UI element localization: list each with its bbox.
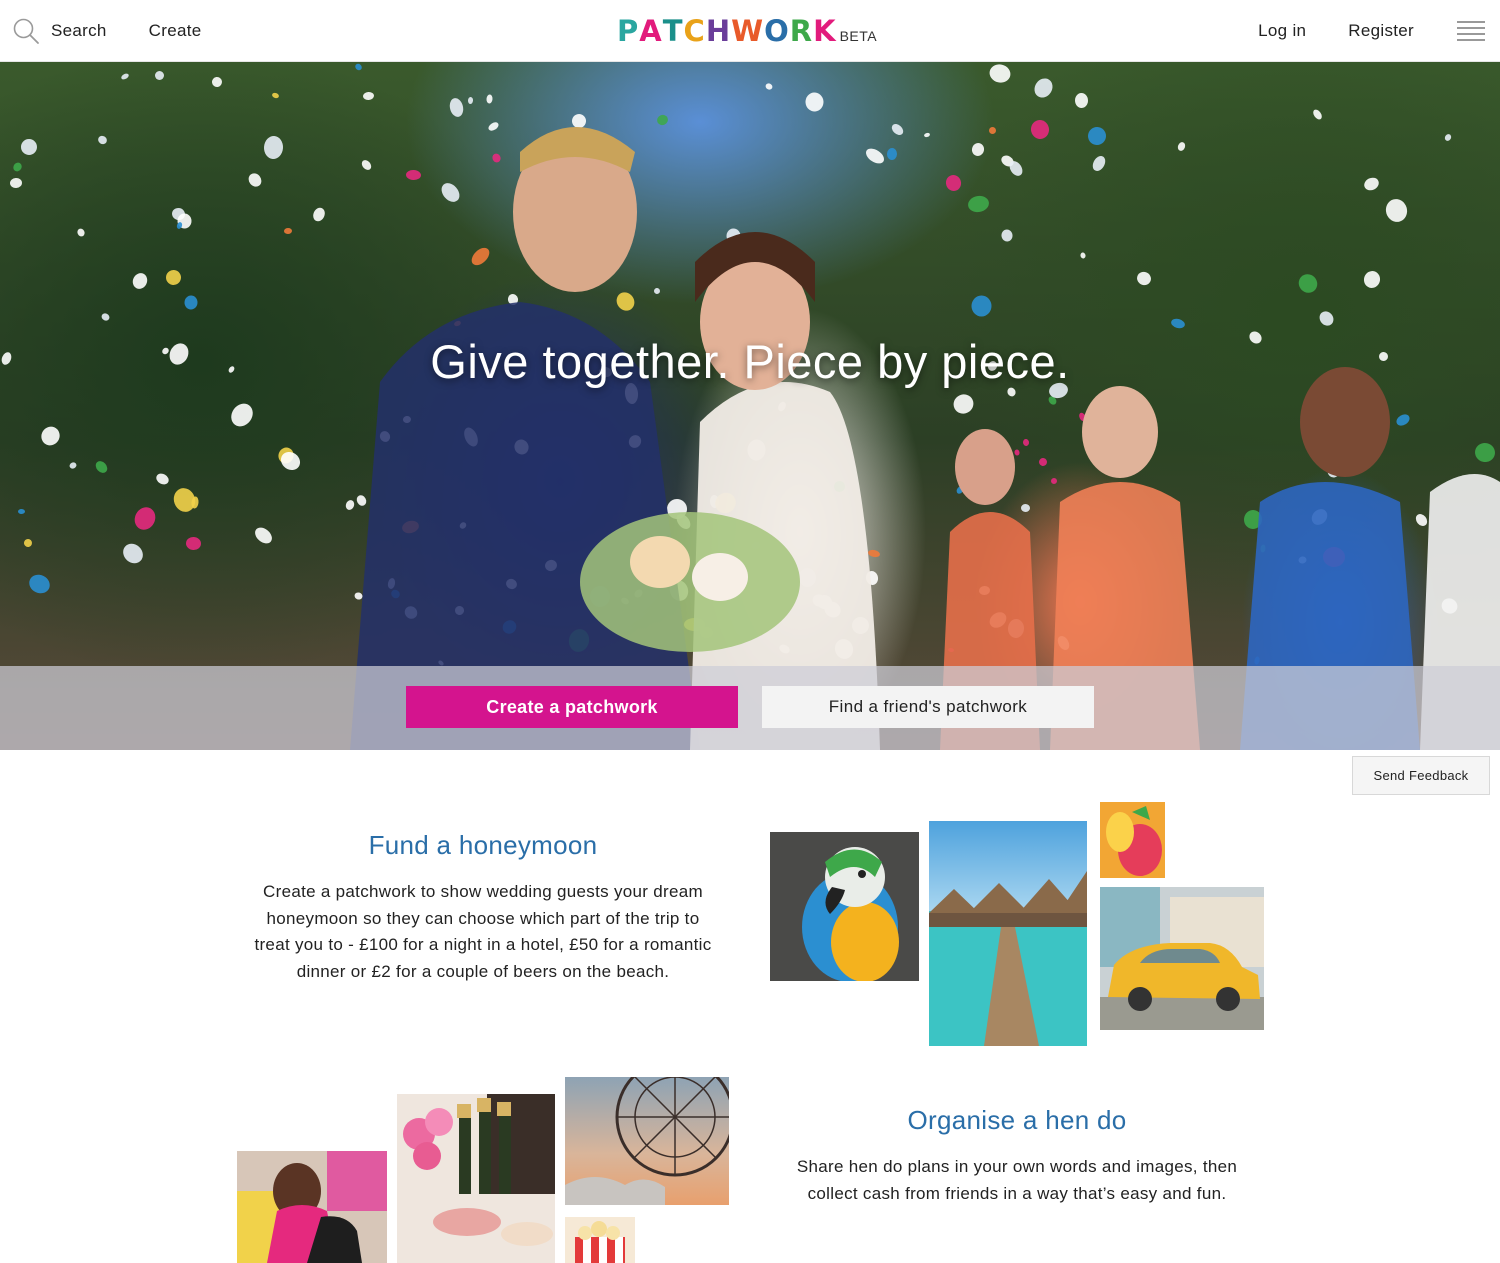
logo-letter: K bbox=[813, 14, 837, 48]
logo-letter: W bbox=[731, 14, 765, 48]
popcorn-photo bbox=[565, 1217, 635, 1263]
honeymoon-line: treat you to - £100 for a night in a hot… bbox=[254, 935, 712, 954]
vintage-car-photo bbox=[1100, 887, 1264, 1030]
logo-letter: C bbox=[683, 14, 706, 48]
register-link[interactable]: Register bbox=[1348, 21, 1414, 41]
hendo-line: Share hen do plans in your own words and… bbox=[796, 1157, 1238, 1176]
hero-banner: Give together. Piece by piece. Create a … bbox=[0, 62, 1500, 750]
search-label: Search bbox=[51, 21, 107, 40]
hendo-line: collect cash from friends in a way that’… bbox=[807, 1183, 1227, 1203]
honeymoon-description: Create a patchwork to show wedding guest… bbox=[230, 879, 736, 985]
honeymoon-line: honeymoon so they can choose which part … bbox=[266, 908, 700, 928]
honeymoon-line: dinner or £2 for a couple of beers on th… bbox=[296, 961, 670, 981]
site-header: Search Create PATCHWORK BETA Log in Regi… bbox=[0, 0, 1500, 62]
header-left-nav: Search Create bbox=[12, 0, 202, 62]
logo-beta-badge: BETA bbox=[839, 28, 878, 44]
woman-laughing-photo bbox=[237, 1151, 387, 1263]
search-icon bbox=[13, 18, 39, 44]
hendo-description: Share hen do plans in your own words and… bbox=[770, 1154, 1264, 1207]
parrot-photo bbox=[770, 832, 919, 981]
logo-letter: H bbox=[705, 14, 732, 48]
logo-letter: P bbox=[617, 14, 640, 48]
hero-photo-figures bbox=[350, 127, 1500, 750]
login-link[interactable]: Log in bbox=[1258, 21, 1306, 41]
logo-letter: T bbox=[662, 14, 684, 48]
hero-headline: Give together. Piece by piece. bbox=[430, 335, 1070, 388]
search-button[interactable]: Search bbox=[12, 17, 107, 45]
logo-letter: O bbox=[764, 14, 790, 48]
logo-wordmark: PATCHWORK bbox=[617, 17, 837, 46]
champagne-table-photo bbox=[397, 1094, 555, 1263]
create-link[interactable]: Create bbox=[149, 21, 202, 41]
patchwork-logo[interactable]: PATCHWORK BETA bbox=[617, 12, 877, 46]
hendo-title: Organise a hen do bbox=[907, 1105, 1127, 1135]
honeymoon-line: Create a patchwork to show wedding guest… bbox=[263, 882, 703, 901]
send-feedback-button[interactable]: Send Feedback bbox=[1352, 756, 1490, 795]
header-right-nav: Log in Register bbox=[1258, 0, 1500, 62]
find-friend-patchwork-button[interactable]: Find a friend's patchwork bbox=[762, 686, 1094, 728]
overwater-bungalow-photo bbox=[929, 821, 1087, 1046]
logo-letter: R bbox=[789, 14, 814, 48]
ferris-wheel-photo bbox=[565, 1077, 729, 1205]
honeymoon-title: Fund a honeymoon bbox=[368, 830, 598, 860]
logo-letter: A bbox=[639, 14, 663, 48]
cocktail-photo bbox=[1100, 802, 1165, 878]
hero-cta-bar: Create a patchwork Find a friend's patch… bbox=[0, 666, 1500, 750]
hamburger-menu-icon[interactable] bbox=[1457, 21, 1485, 41]
create-patchwork-button[interactable]: Create a patchwork bbox=[406, 686, 738, 728]
